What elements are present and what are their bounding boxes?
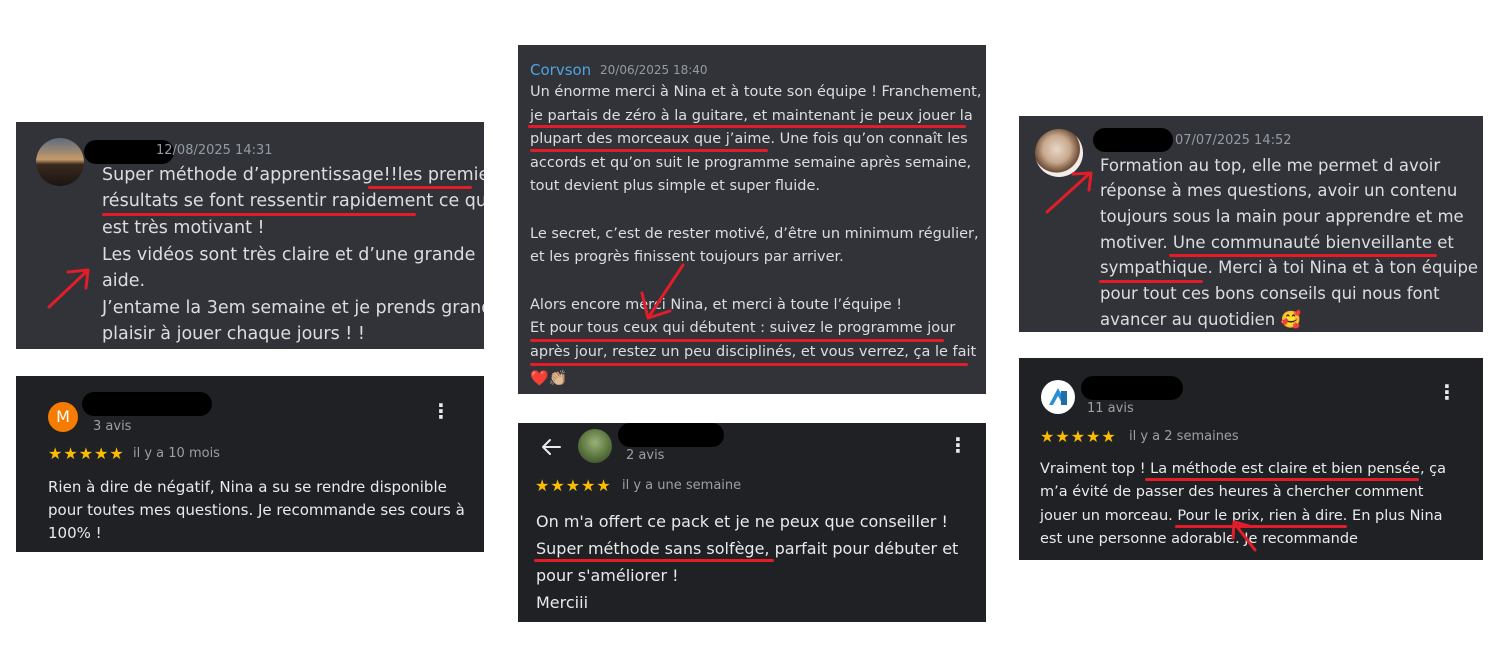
review-card-5: 07/07/2025 14:52 Formation au top, elle …	[1019, 116, 1483, 332]
review-text-line: réponse à mes questions, avoir un conten…	[1100, 181, 1458, 200]
review-text-line: On m'a offert ce pack et je ne peux que …	[536, 512, 948, 531]
review-text-line: sympathique. Merci à toi Nina et à ton é…	[1100, 258, 1479, 277]
highlight-underline	[530, 363, 968, 366]
timestamp: 20/06/2025 18:40	[600, 63, 708, 77]
review-card-3: Corvson 20/06/2025 18:40 Un énorme merci…	[518, 45, 986, 394]
review-count: 2 avis	[626, 448, 665, 463]
review-card-6: 11 avis ⋮ ★★★★★ il y a 2 semaines Vraime…	[1019, 358, 1483, 560]
review-text-line: Le secret, c’est de rester motivé, d’êtr…	[530, 226, 979, 242]
review-text-line: aide.	[102, 271, 146, 291]
review-text-line: Un énorme merci à Nina et à toute son éq…	[530, 84, 982, 100]
arrow-back-icon[interactable]	[540, 437, 562, 457]
avatar[interactable]	[1041, 380, 1075, 414]
review-text-line: tout devient plus simple et super fluide…	[530, 178, 820, 194]
avatar[interactable]	[36, 138, 84, 186]
avatar[interactable]	[578, 429, 612, 463]
review-text-line: Rien à dire de négatif, Nina a su se ren…	[48, 478, 447, 496]
review-card-4: 2 avis ⋮ ★★★★★ il y a une semaine On m'a…	[518, 423, 986, 622]
star-rating: ★★★★★	[1040, 427, 1117, 446]
review-card-2: M 3 avis ⋮ ★★★★★ il y a 10 mois Rien à d…	[16, 376, 484, 552]
review-text-line: est très motivant !	[102, 218, 265, 238]
highlight-underline	[530, 339, 944, 342]
review-age: il y a 2 semaines	[1129, 429, 1239, 444]
star-rating: ★★★★★	[48, 444, 125, 463]
review-text-line: avancer au quotidien 🥰	[1100, 310, 1302, 329]
review-text-line: J’entame la 3em semaine et je prends gra…	[102, 298, 484, 318]
review-text-line: 100% !	[48, 524, 102, 542]
review-text-line: toujours sous la main pour apprendre et …	[1100, 207, 1464, 226]
review-text-line: pour tout ces bons conseils qui nous fon…	[1100, 284, 1440, 303]
review-text-line: Super méthode sans solfège, parfait pour…	[536, 539, 959, 558]
highlight-underline	[530, 149, 768, 152]
highlight-underline	[1175, 525, 1347, 528]
highlight-underline	[1169, 254, 1437, 257]
timestamp: 12/08/2025 14:31	[156, 143, 273, 158]
redacted-username	[82, 392, 212, 416]
review-card-1: 12/08/2025 14:31 Super méthode d’apprent…	[16, 122, 484, 349]
review-text-line: pour toutes mes questions. Je recommande…	[48, 501, 465, 519]
red-arrow-annotation	[47, 268, 90, 309]
review-age: il y a une semaine	[622, 478, 742, 493]
red-arrow-annotation	[1045, 171, 1093, 214]
red-arrow-annotation	[1231, 520, 1257, 552]
star-rating: ★★★★★	[535, 476, 612, 495]
review-text-line: plupart des morceaux que j’aime. Une foi…	[530, 131, 968, 147]
review-text-line: Les vidéos sont très claire et d’une gra…	[102, 245, 476, 265]
highlight-underline	[1099, 280, 1203, 283]
review-text-line: pour s'améliorer !	[536, 566, 679, 585]
highlight-underline	[1145, 478, 1419, 481]
review-text-line: Alors encore merci Nina, et merci à tout…	[530, 297, 903, 313]
brand-logo-icon	[1049, 388, 1067, 405]
highlight-underline	[368, 186, 472, 189]
highlight-underline	[102, 213, 416, 216]
review-text-line: Super méthode d’apprentissage!!les premi…	[102, 165, 484, 185]
kebab-menu-icon[interactable]: ⋮	[948, 435, 968, 455]
redacted-username	[1081, 376, 1183, 400]
red-arrow-annotation	[640, 263, 685, 320]
review-count: 3 avis	[93, 419, 132, 434]
review-text-line: résultats se font ressentir rapidement c…	[102, 191, 484, 211]
highlight-underline	[528, 125, 966, 128]
redacted-username	[618, 423, 724, 447]
review-text-line: m’a évité de passer des heures à cherche…	[1040, 484, 1424, 500]
review-count: 11 avis	[1087, 401, 1134, 416]
kebab-menu-icon[interactable]: ⋮	[431, 401, 451, 421]
review-text-line: Formation au top, elle me permet d avoir	[1100, 156, 1441, 175]
avatar[interactable]: M	[48, 402, 78, 432]
review-age: il y a 10 mois	[133, 446, 220, 461]
redacted-username	[1093, 128, 1173, 152]
review-text-line: Et pour tous ceux qui débutent : suivez …	[530, 320, 956, 336]
review-text-line: est une personne adorable. Je recommande	[1040, 531, 1358, 547]
review-text-line: accords et qu’on suit le programme semai…	[530, 155, 972, 171]
review-text-line: motiver. Une communauté bienveillante et	[1100, 233, 1454, 252]
review-text-line: Merciii	[536, 593, 589, 612]
kebab-menu-icon[interactable]: ⋮	[1437, 382, 1457, 402]
username[interactable]: Corvson	[530, 61, 591, 79]
timestamp: 07/07/2025 14:52	[1175, 133, 1292, 148]
review-text-line: plaisir à jouer chaque jours ! !	[102, 324, 365, 344]
review-text-line: après jour, restez un peu disciplinés, e…	[530, 344, 977, 360]
highlight-underline	[534, 559, 774, 562]
avatar-letter: M	[56, 407, 70, 426]
emoji-reaction: ❤️👏🏼	[530, 369, 568, 387]
